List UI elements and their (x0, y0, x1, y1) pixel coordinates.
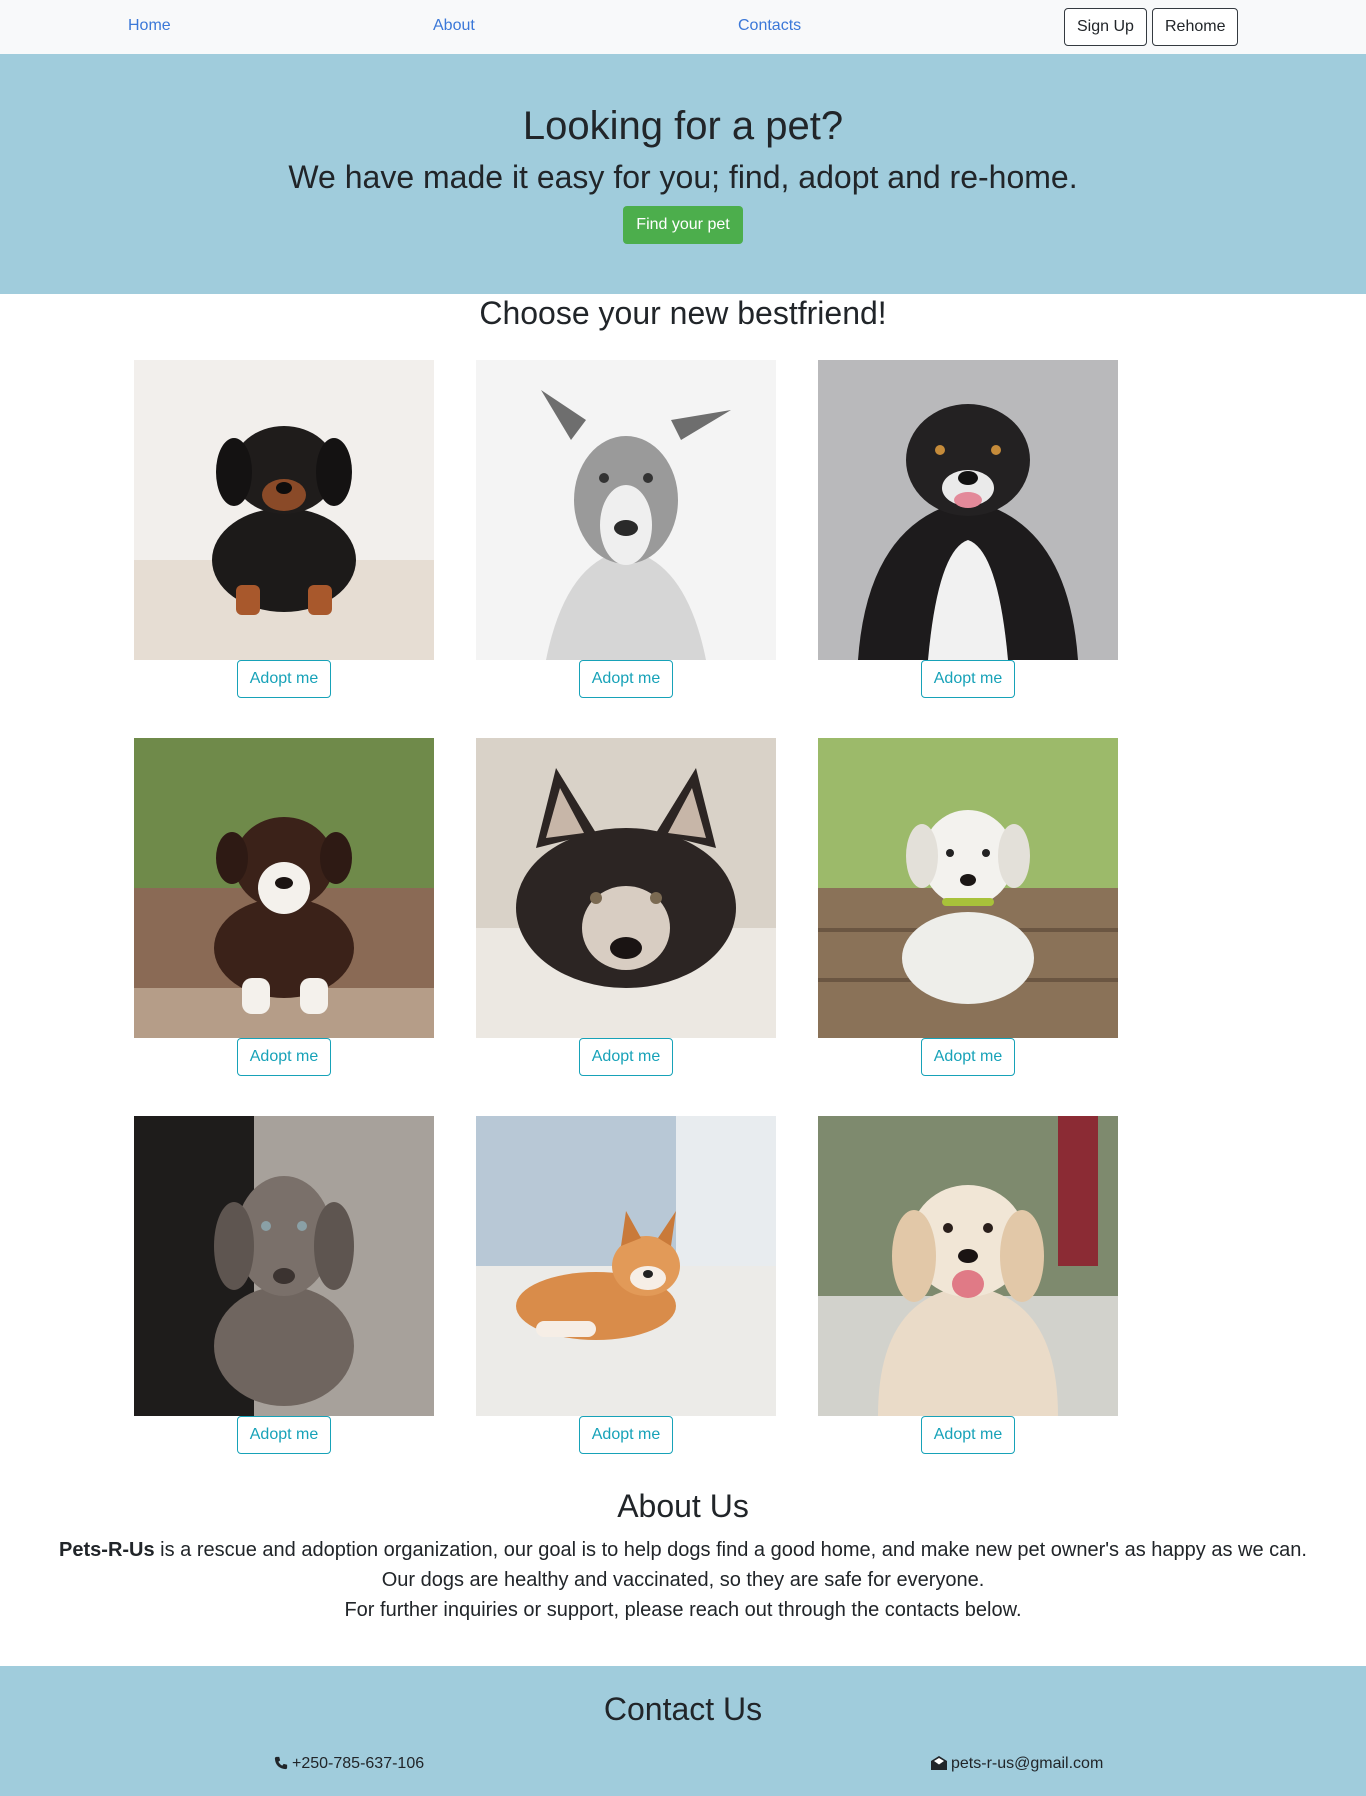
pet-card: Adopt me (818, 738, 1118, 1076)
email-address: pets-r-us@gmail.com (951, 1755, 1104, 1772)
contact-title: Contact Us (603, 1691, 763, 1727)
contact-footer: Contact Us +250-785-637-106 pets-r-us@gm… (0, 1666, 1366, 1796)
shiba-inu-photo (476, 1116, 776, 1416)
nav-link-home[interactable]: Home (128, 16, 171, 36)
brand-name: Pets-R-Us (59, 1539, 155, 1561)
adopt-me-button[interactable]: Adopt me (579, 1038, 673, 1076)
pet-card: Adopt me (476, 738, 776, 1076)
brown-white-puppy-photo (134, 738, 434, 1038)
white-puppy-photo (818, 738, 1118, 1038)
find-your-pet-button[interactable]: Find your pet (623, 206, 743, 244)
pet-card: Adopt me (818, 1116, 1118, 1454)
pet-card: Adopt me (818, 360, 1118, 698)
top-navbar: Home About Contacts Sign Up Rehome (0, 0, 1366, 54)
black-tan-puppy-photo (134, 360, 434, 660)
pet-card: Adopt me (134, 738, 434, 1076)
pet-card: Adopt me (134, 360, 434, 698)
black-white-longhair-dog-photo (818, 360, 1118, 660)
contact-phone[interactable]: +250-785-637-106 (274, 1754, 424, 1774)
hero-title: Looking for a pet? (522, 104, 844, 148)
adopt-me-button[interactable]: Adopt me (921, 660, 1015, 698)
hero-subtitle: We have made it easy for you; find, adop… (288, 159, 1078, 195)
pets-section-title: Choose your new bestfriend! (479, 295, 887, 331)
nav-link-about[interactable]: About (433, 16, 475, 36)
adopt-me-button[interactable]: Adopt me (921, 1416, 1015, 1454)
about-line-2: Our dogs are healthy and vaccinated, so … (381, 1569, 985, 1591)
adopt-me-button[interactable]: Adopt me (237, 1416, 331, 1454)
phone-number: +250-785-637-106 (292, 1755, 425, 1772)
envelope-icon (931, 1756, 947, 1770)
pet-card: Adopt me (476, 1116, 776, 1454)
sign-up-button[interactable]: Sign Up (1064, 8, 1147, 46)
about-line-1: Pets-R-Us is a rescue and adoption organ… (0, 1538, 1366, 1562)
about-title: About Us (617, 1488, 749, 1524)
about-line-1-text: is a rescue and adoption organization, o… (154, 1539, 1307, 1561)
husky-puppy-photo (476, 738, 776, 1038)
nav-link-contacts[interactable]: Contacts (738, 16, 801, 36)
grey-white-dog-photo (476, 360, 776, 660)
adopt-me-button[interactable]: Adopt me (237, 660, 331, 698)
adopt-me-button[interactable]: Adopt me (921, 1038, 1015, 1076)
adopt-me-button[interactable]: Adopt me (579, 660, 673, 698)
adopt-me-button[interactable]: Adopt me (237, 1038, 331, 1076)
hero-banner: Looking for a pet? We have made it easy … (0, 54, 1366, 294)
pet-card: Adopt me (476, 360, 776, 698)
phone-icon (274, 1756, 288, 1770)
about-line-3: For further inquiries or support, please… (344, 1599, 1022, 1621)
golden-retriever-photo (818, 1116, 1118, 1416)
contact-email[interactable]: pets-r-us@gmail.com (931, 1754, 1103, 1774)
pet-card: Adopt me (134, 1116, 434, 1454)
weimaraner-puppy-photo (134, 1116, 434, 1416)
adopt-me-button[interactable]: Adopt me (579, 1416, 673, 1454)
rehome-button[interactable]: Rehome (1152, 8, 1239, 46)
